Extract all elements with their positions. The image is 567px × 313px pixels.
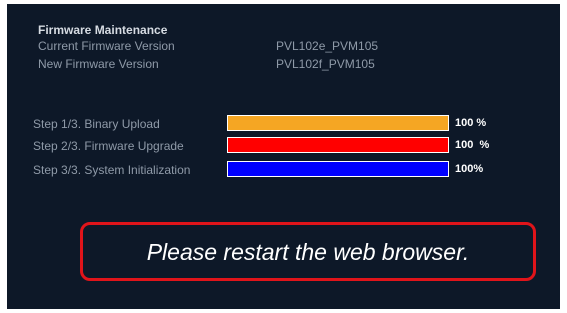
restart-notice: Please restart the web browser. (80, 222, 536, 281)
step-binary-upload: Step 1/3. Binary Upload 100 % (33, 115, 543, 135)
current-firmware-value: PVL102e_PVM105 (276, 39, 379, 53)
step-label: Step 1/3. Binary Upload (33, 117, 160, 131)
step-firmware-upgrade: Step 2/3. Firmware Upgrade 100 % (33, 137, 543, 157)
progress-bar (227, 137, 449, 153)
progress-percent: 100 % (455, 117, 487, 129)
progress-percent: 100% (455, 163, 484, 175)
progress-bar (227, 115, 449, 131)
step-label: Step 2/3. Firmware Upgrade (33, 139, 184, 153)
progress-fill (228, 162, 448, 176)
current-firmware-label: Current Firmware Version (38, 39, 175, 53)
progress-fill (228, 138, 448, 152)
new-firmware-value: PVL102f_PVM105 (276, 57, 375, 71)
new-firmware-label: New Firmware Version (38, 57, 159, 71)
progress-percent: 100 % (455, 139, 490, 151)
firmware-maintenance-panel: Firmware Maintenance Current Firmware Ve… (7, 4, 560, 309)
step-system-initialization: Step 3/3. System Initialization 100% (33, 161, 543, 181)
progress-fill (228, 116, 448, 130)
restart-message: Please restart the web browser. (146, 239, 470, 265)
step-label: Step 3/3. System Initialization (33, 163, 191, 177)
page-title: Firmware Maintenance (38, 23, 168, 37)
progress-bar (227, 161, 449, 177)
